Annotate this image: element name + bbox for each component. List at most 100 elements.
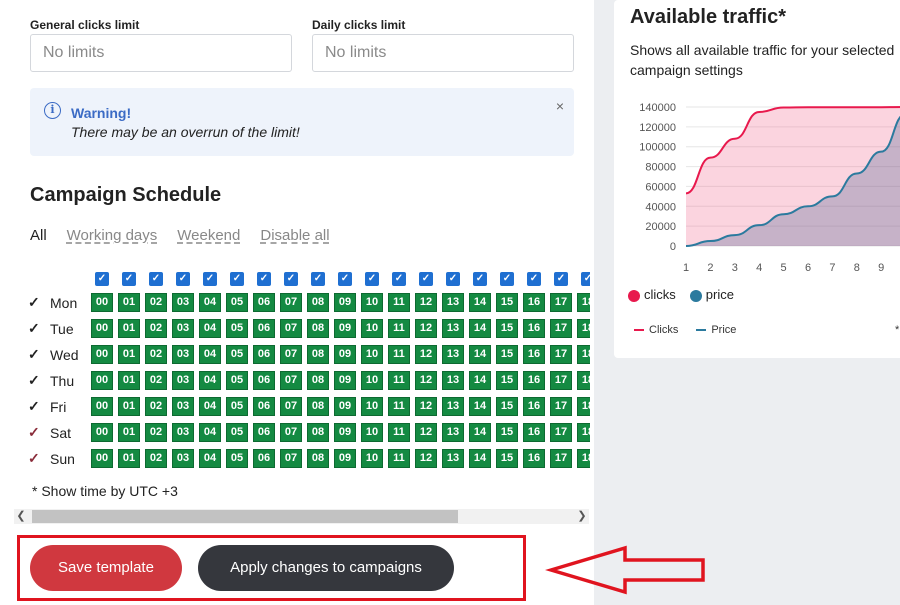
hour-cell[interactable]: 16 [522, 344, 546, 365]
hour-cell[interactable]: 07 [279, 370, 303, 391]
hour-cell[interactable]: 01 [117, 344, 141, 365]
hour-cell[interactable]: 10 [360, 318, 384, 339]
hour-cell[interactable]: 05 [225, 292, 249, 313]
scrollbar-thumb[interactable] [32, 510, 458, 523]
hour-cell[interactable]: 00 [90, 292, 114, 313]
hour-cell[interactable]: 13 [441, 396, 465, 417]
hour-cell[interactable]: 03 [171, 422, 195, 443]
hour-cell[interactable]: 09 [333, 370, 357, 391]
hour-cell[interactable]: 03 [171, 344, 195, 365]
hour-cell[interactable]: 00 [90, 396, 114, 417]
hour-cell[interactable]: 11 [387, 318, 411, 339]
hour-cell[interactable]: 14 [468, 422, 492, 443]
hour-cell[interactable]: 05 [225, 448, 249, 469]
hour-cell[interactable]: 14 [468, 370, 492, 391]
hour-cell[interactable]: 03 [171, 318, 195, 339]
hour-cell[interactable]: 10 [360, 292, 384, 313]
hour-cell[interactable]: 00 [90, 318, 114, 339]
hour-cell[interactable]: 17 [549, 344, 573, 365]
hour-cell[interactable]: 06 [252, 448, 276, 469]
hour-cell[interactable]: 03 [171, 396, 195, 417]
hour-cell[interactable]: 01 [117, 292, 141, 313]
hour-cell[interactable]: 03 [171, 292, 195, 313]
check-icon[interactable]: ✓ [28, 398, 44, 415]
hour-cell[interactable]: 18 [576, 396, 590, 417]
hour-cell[interactable]: 14 [468, 448, 492, 469]
hour-cell[interactable]: 16 [522, 318, 546, 339]
check-icon[interactable]: ✓ [28, 424, 44, 441]
series-legend-clicks[interactable]: Clicks [634, 324, 678, 336]
hour-checkbox-16[interactable]: ✓ [527, 272, 541, 286]
check-icon[interactable]: ✓ [28, 294, 44, 311]
hour-checkbox-06[interactable]: ✓ [257, 272, 271, 286]
hour-cell[interactable]: 13 [441, 370, 465, 391]
hour-cell[interactable]: 13 [441, 292, 465, 313]
hour-cell[interactable]: 00 [90, 370, 114, 391]
hour-cell[interactable]: 07 [279, 318, 303, 339]
hour-cell[interactable]: 08 [306, 318, 330, 339]
hour-cell[interactable]: 10 [360, 344, 384, 365]
hour-cell[interactable]: 18 [576, 344, 590, 365]
hour-checkbox-12[interactable]: ✓ [419, 272, 433, 286]
hour-cell[interactable]: 08 [306, 370, 330, 391]
hour-cell[interactable]: 09 [333, 422, 357, 443]
hour-cell[interactable]: 04 [198, 344, 222, 365]
hour-cell[interactable]: 14 [468, 344, 492, 365]
scroll-right-icon[interactable]: ❯ [575, 509, 589, 524]
hour-cell[interactable]: 04 [198, 370, 222, 391]
hour-cell[interactable]: 02 [144, 396, 168, 417]
hour-cell[interactable]: 14 [468, 292, 492, 313]
hour-checkbox-09[interactable]: ✓ [338, 272, 352, 286]
hour-cell[interactable]: 04 [198, 396, 222, 417]
hour-cell[interactable]: 15 [495, 370, 519, 391]
hour-cell[interactable]: 15 [495, 448, 519, 469]
hour-checkbox-05[interactable]: ✓ [230, 272, 244, 286]
hour-cell[interactable]: 02 [144, 344, 168, 365]
hour-checkbox-00[interactable]: ✓ [95, 272, 109, 286]
hour-cell[interactable]: 01 [117, 396, 141, 417]
legend-clicks[interactable]: clicks [628, 287, 676, 302]
hour-cell[interactable]: 11 [387, 396, 411, 417]
hour-cell[interactable]: 02 [144, 422, 168, 443]
hour-cell[interactable]: 12 [414, 448, 438, 469]
hour-checkbox-13[interactable]: ✓ [446, 272, 460, 286]
hour-checkbox-18[interactable]: ✓ [581, 272, 590, 286]
hour-checkbox-10[interactable]: ✓ [365, 272, 379, 286]
scroll-left-icon[interactable]: ❮ [14, 509, 28, 524]
hour-cell[interactable]: 15 [495, 292, 519, 313]
hour-cell[interactable]: 00 [90, 344, 114, 365]
hour-cell[interactable]: 13 [441, 318, 465, 339]
legend-price[interactable]: price [689, 287, 734, 302]
hour-cell[interactable]: 05 [225, 318, 249, 339]
hour-cell[interactable]: 12 [414, 318, 438, 339]
hour-cell[interactable]: 13 [441, 344, 465, 365]
hour-cell[interactable]: 10 [360, 448, 384, 469]
hour-cell[interactable]: 17 [549, 318, 573, 339]
hour-cell[interactable]: 05 [225, 422, 249, 443]
hour-cell[interactable]: 09 [333, 292, 357, 313]
general-clicks-limit-input[interactable] [30, 34, 292, 72]
hour-checkbox-11[interactable]: ✓ [392, 272, 406, 286]
hour-cell[interactable]: 15 [495, 344, 519, 365]
hour-cell[interactable]: 17 [549, 448, 573, 469]
filter-working-days[interactable]: Working days [67, 227, 158, 244]
hour-cell[interactable]: 00 [90, 422, 114, 443]
hour-cell[interactable]: 11 [387, 370, 411, 391]
series-legend-price[interactable]: Price [696, 324, 736, 336]
hour-cell[interactable]: 08 [306, 344, 330, 365]
hour-cell[interactable]: 14 [468, 318, 492, 339]
hour-cell[interactable]: 04 [198, 448, 222, 469]
hour-checkbox-01[interactable]: ✓ [122, 272, 136, 286]
hour-cell[interactable]: 07 [279, 292, 303, 313]
hour-cell[interactable]: 05 [225, 370, 249, 391]
hour-cell[interactable]: 12 [414, 422, 438, 443]
hour-cell[interactable]: 16 [522, 422, 546, 443]
hour-cell[interactable]: 11 [387, 422, 411, 443]
hour-cell[interactable]: 10 [360, 370, 384, 391]
hour-cell[interactable]: 09 [333, 448, 357, 469]
hour-cell[interactable]: 18 [576, 292, 590, 313]
hour-cell[interactable]: 12 [414, 396, 438, 417]
save-template-button[interactable]: Save template [30, 545, 182, 591]
hour-cell[interactable]: 12 [414, 370, 438, 391]
filter-disable-all[interactable]: Disable all [260, 227, 329, 244]
